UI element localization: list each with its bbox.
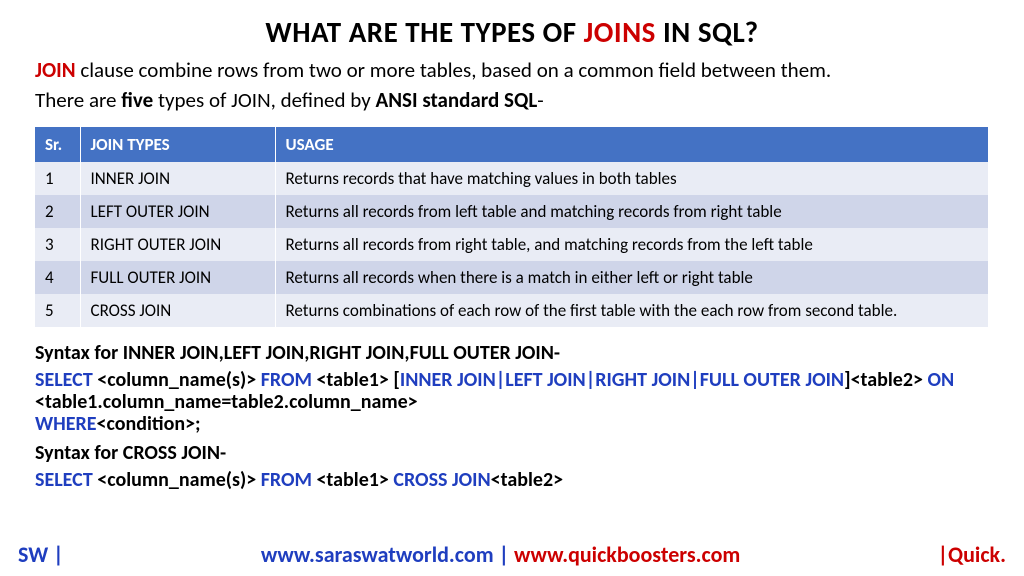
syntax-txt: <table1> [312,468,393,492]
intro2-bold-2: ANSI standard SQL [375,87,537,113]
footer-center: www.saraswatworld.com | www.quickbooster… [261,541,740,568]
cell-sr: 5 [35,294,80,327]
syntax-kw: INNER JOIN|LEFT JOIN|RIGHT JOIN|FULL OUT… [400,368,844,392]
intro-line-2: There are five types of JOIN, defined by… [35,88,989,113]
cell-usage: Returns combinations of each row of the … [275,294,989,327]
cell-type: CROSS JOIN [80,294,275,327]
syntax-kw: FROM [261,468,312,492]
footer-url-2: www.quickboosters.com [514,541,740,568]
cell-sr: 2 [35,195,80,228]
syntax-kw: CROSS JOIN [393,468,490,492]
syntax-txt: <table1.column_name=table2.column_name> [35,390,418,414]
col-sr: Sr. [35,127,80,162]
cell-type: RIGHT OUTER JOIN [80,228,275,261]
syntax-kw: FROM [261,368,312,392]
cell-sr: 1 [35,162,80,195]
cell-type: FULL OUTER JOIN [80,261,275,294]
cell-usage: Returns records that have matching value… [275,162,989,195]
table-row: 5 CROSS JOIN Returns combinations of eac… [35,294,989,327]
table-row: 3 RIGHT OUTER JOIN Returns all records f… [35,228,989,261]
syntax-kw: WHERE [35,412,97,436]
syntax-1-header: Syntax for INNER JOIN,LEFT JOIN,RIGHT JO… [35,341,989,365]
title-highlight: JOINS [584,14,656,50]
title-post: IN SQL? [656,14,759,50]
footer: SW | www.saraswatworld.com | www.quickbo… [0,541,1024,568]
footer-right: |Quick. [938,541,1006,568]
syntax-kw: SELECT [35,468,93,492]
syntax-kw: SELECT [35,368,93,392]
table-row: 1 INNER JOIN Returns records that have m… [35,162,989,195]
cell-sr: 3 [35,228,80,261]
intro2-mid: types of JOIN, defined by [153,87,375,113]
footer-url-1: www.saraswatworld.com | [261,541,514,568]
cell-usage: Returns all records from left table and … [275,195,989,228]
intro-text: clause combine rows from two or more tab… [76,57,832,83]
syntax-txt: ]<table2> [844,368,927,392]
page-title: WHAT ARE THE TYPES OF JOINS IN SQL? [35,14,989,50]
syntax-kw: ON [928,368,955,392]
intro-line-1: JOIN clause combine rows from two or mor… [35,58,989,82]
syntax-txt: <table1> [ [312,368,400,392]
syntax-txt: <table2> [491,468,563,492]
col-usage: USAGE [275,127,989,162]
table-row: 2 LEFT OUTER JOIN Returns all records fr… [35,195,989,228]
cell-usage: Returns all records from right table, an… [275,228,989,261]
syntax-1-body: SELECT <column_name(s)> FROM <table1> [I… [35,369,989,435]
syntax-txt: <column_name(s)> [93,368,261,392]
table-header-row: Sr. JOIN TYPES USAGE [35,127,989,162]
intro2-pre: There are [35,87,121,113]
syntax-txt: <condition>; [97,412,201,436]
join-types-table: Sr. JOIN TYPES USAGE 1 INNER JOIN Return… [35,127,989,327]
intro2-bold-1: five [121,87,153,113]
intro2-post: - [537,87,543,113]
syntax-txt: <column_name(s)> [93,468,261,492]
cell-type: LEFT OUTER JOIN [80,195,275,228]
cell-sr: 4 [35,261,80,294]
table-row: 4 FULL OUTER JOIN Returns all records wh… [35,261,989,294]
col-type: JOIN TYPES [80,127,275,162]
footer-left: SW | [18,541,64,568]
cell-usage: Returns all records when there is a matc… [275,261,989,294]
cell-type: INNER JOIN [80,162,275,195]
syntax-2-header: Syntax for CROSS JOIN- [35,441,989,465]
title-pre: WHAT ARE THE TYPES OF [265,14,583,50]
syntax-2-body: SELECT <column_name(s)> FROM <table1> CR… [35,469,989,491]
intro-keyword: JOIN [35,57,76,83]
